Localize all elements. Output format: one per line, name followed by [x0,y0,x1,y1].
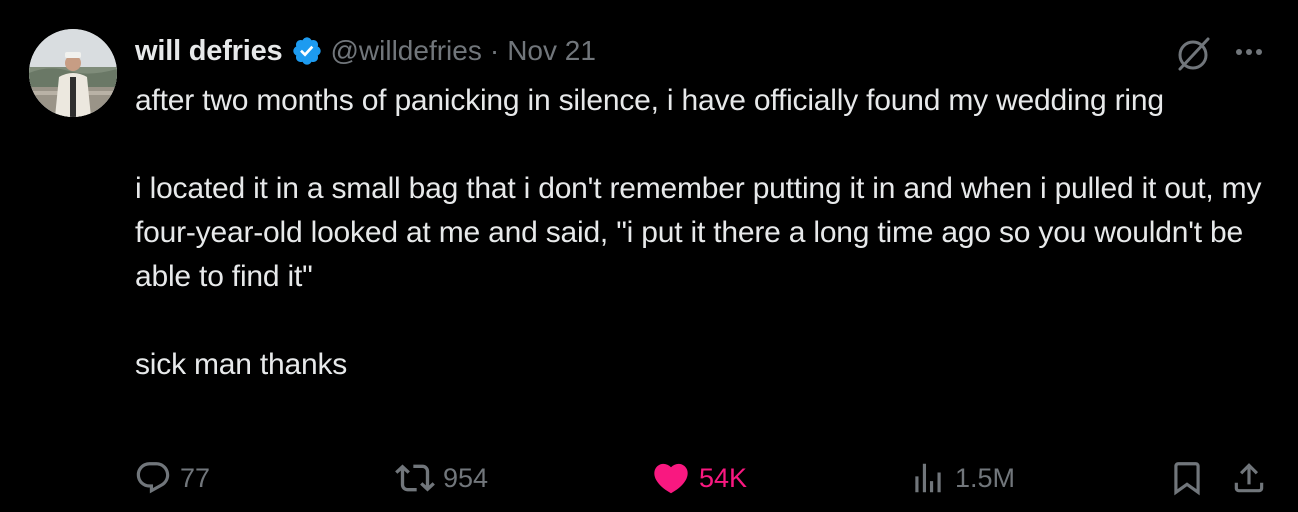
verified-badge-icon[interactable] [291,35,323,67]
tweet-header: will defries @willdefries · Nov 21 [135,30,596,72]
share-button[interactable] [1230,456,1268,500]
share-icon [1234,463,1264,493]
separator-dot: · [489,35,500,66]
reply-count: 77 [180,462,211,493]
like-count: 54K [699,462,748,493]
views-count: 1.5M [955,462,1016,493]
action-bar: 77 954 54K 1.5M [0,456,1298,500]
more-icon[interactable] [1228,36,1270,68]
like-button[interactable]: 54K [651,456,747,500]
tweet-date[interactable]: Nov 21 [507,35,596,67]
tweet-text: after two months of panicking in silence… [135,84,1262,381]
bookmark-icon [1174,462,1200,496]
heart-icon [654,463,688,494]
grok-icon[interactable] [1172,33,1214,75]
author-display-name[interactable]: will defries [135,35,283,68]
views-icon [915,463,941,493]
retweet-count: 954 [443,462,489,493]
retweet-icon [395,464,435,492]
reply-icon [136,462,170,494]
avatar-image [29,29,117,117]
author-handle[interactable]: @willdefries [331,35,482,67]
views-button[interactable]: 1.5M [909,456,1015,500]
retweet-button[interactable]: 954 [395,456,488,500]
reply-button[interactable]: 77 [134,456,210,500]
bookmark-button[interactable] [1168,456,1206,500]
avatar[interactable] [29,29,117,117]
